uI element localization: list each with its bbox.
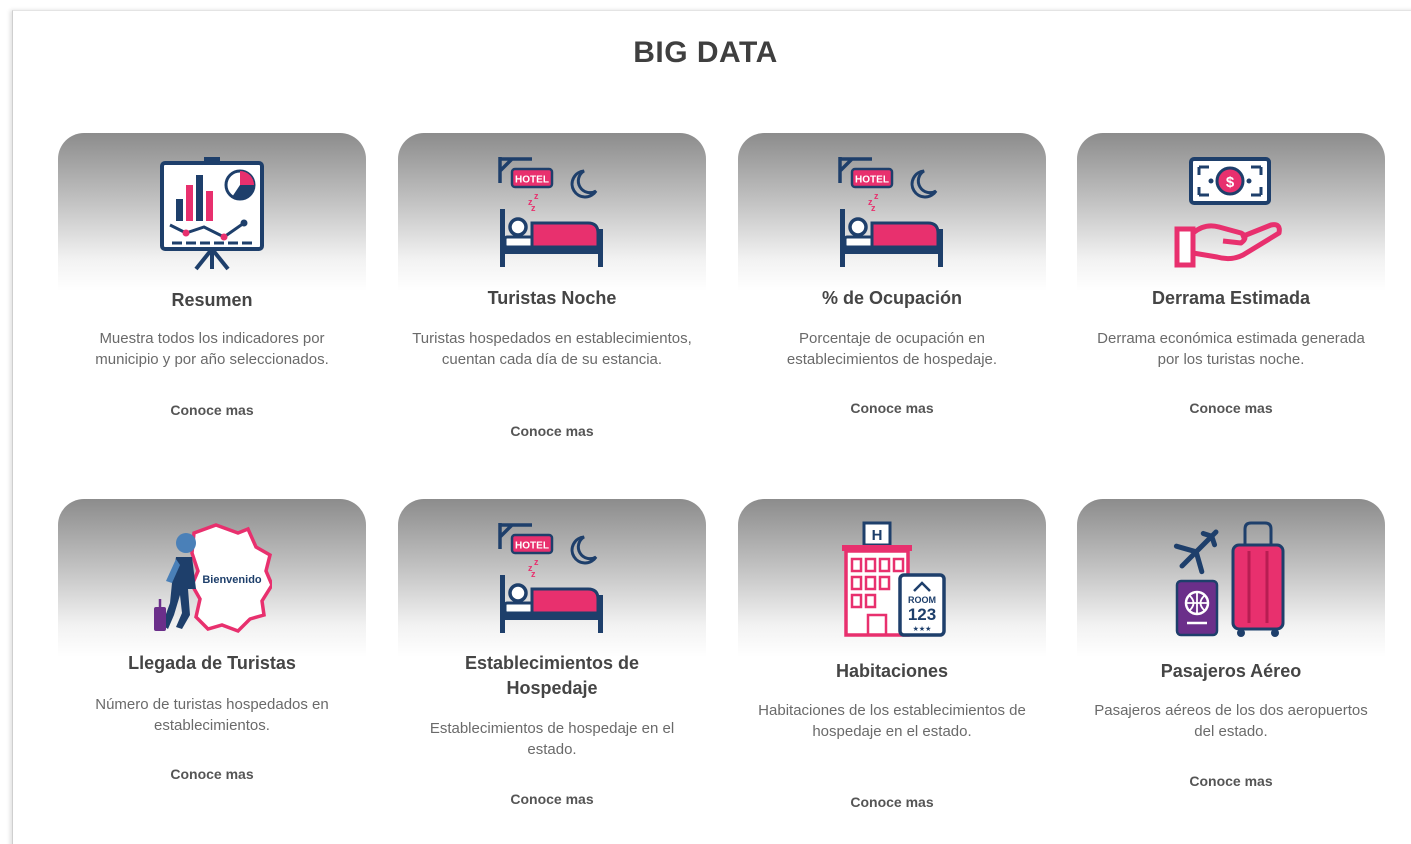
room-number: 123 xyxy=(908,605,936,624)
airplane-luggage-icon xyxy=(1171,519,1291,639)
card-title: Habitaciones xyxy=(835,661,949,681)
hotel-bed-icon: HOTEL z z z xyxy=(492,519,612,639)
card-turistas-noche: HOTEL z z z Turistas Noche Turistas hosp… xyxy=(398,133,706,453)
hotel-bed-icon: HOTEL z z z xyxy=(832,153,952,273)
card-description: Pasajeros aéreos de los dos aeropuertos … xyxy=(1094,702,1368,740)
hotel-badge-text: HOTEL xyxy=(855,175,889,186)
card-title: Pasajeros Aéreo xyxy=(1160,661,1302,681)
card-derrama-estimada: $ Derrama Estimada Derrama económica est… xyxy=(1077,133,1385,453)
hotel-badge-text: HOTEL xyxy=(515,541,549,552)
room-stars: ★★★ xyxy=(913,625,932,633)
card-resumen: Resumen Muestra todos los indicadores po… xyxy=(58,133,366,453)
card-title: Establecimientos de Hospedaje xyxy=(464,653,640,698)
traveler-map-icon: Bienvenido xyxy=(152,519,272,639)
card-description: Habitaciones de los establecimientos de … xyxy=(758,702,1026,740)
conoce-mas-link[interactable]: Conoce mas xyxy=(1077,400,1385,416)
hotel-building-icon: H ROOM 123 ★★★ xyxy=(832,519,952,639)
page-title: BIG DATA xyxy=(633,36,778,69)
card-description: Porcentaje de ocupación en establecimien… xyxy=(786,330,998,368)
room-label: ROOM xyxy=(908,595,936,605)
card-pasajeros-aereo: Pasajeros Aéreo Pasajeros aéreos de los … xyxy=(1077,499,1385,819)
svg-text:z: z xyxy=(534,557,539,567)
svg-text:z: z xyxy=(531,203,536,213)
conoce-mas-link[interactable]: Conoce mas xyxy=(398,423,706,439)
hotel-bed-icon: HOTEL z z z xyxy=(492,153,612,273)
card-title: Derrama Estimada xyxy=(1151,288,1311,308)
conoce-mas-link[interactable]: Conoce mas xyxy=(398,791,706,807)
card-description: Turistas hospedados en establecimientos,… xyxy=(412,330,692,368)
money-hand-icon: $ xyxy=(1171,153,1291,273)
svg-text:z: z xyxy=(871,203,876,213)
welcome-text: Bienvenido xyxy=(202,574,262,586)
card-establecimientos-hospedaje: HOTEL z z z Establecimientos de Hospedaj… xyxy=(398,499,706,819)
hotel-badge-text: HOTEL xyxy=(515,175,549,186)
card-description: Número de turistas hospedados en estable… xyxy=(95,696,329,734)
presentation-chart-icon xyxy=(152,153,272,273)
card-title: Llegada de Turistas xyxy=(128,653,296,673)
card-title: % de Ocupación xyxy=(821,288,963,308)
card-description: Derrama económica estimada generada por … xyxy=(1097,330,1365,368)
card-habitaciones: H ROOM 123 ★★★ Habitaciones Habitaciones… xyxy=(738,499,1046,819)
conoce-mas-link[interactable]: Conoce mas xyxy=(58,402,366,418)
conoce-mas-link[interactable]: Conoce mas xyxy=(58,766,366,782)
conoce-mas-link[interactable]: Conoce mas xyxy=(738,794,1046,810)
svg-text:z: z xyxy=(874,191,879,201)
conoce-mas-link[interactable]: Conoce mas xyxy=(1077,773,1385,789)
card-description: Establecimientos de hospedaje en el esta… xyxy=(429,720,675,758)
card-title: Turistas Noche xyxy=(487,288,617,308)
card-description: Muestra todos los indicadores por munici… xyxy=(95,330,329,368)
hotel-sign-text: H xyxy=(872,527,883,544)
svg-text:$: $ xyxy=(1226,174,1235,191)
card-title: Resumen xyxy=(171,290,253,310)
conoce-mas-link[interactable]: Conoce mas xyxy=(738,400,1046,416)
card-llegada-turistas: Bienvenido Llegada de Turistas Número de… xyxy=(58,499,366,819)
svg-text:z: z xyxy=(534,191,539,201)
card-ocupacion: HOTEL z z z % de Ocupación Porcentaje de… xyxy=(738,133,1046,453)
svg-text:z: z xyxy=(531,569,536,579)
